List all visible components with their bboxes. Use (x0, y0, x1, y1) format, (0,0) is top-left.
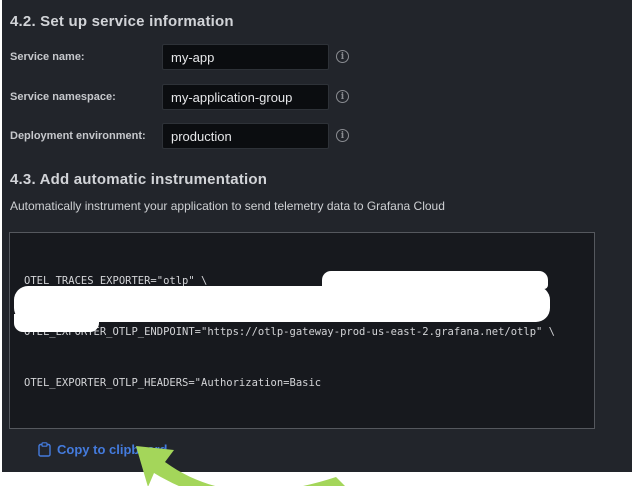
instrumentation-description: Automatically instrument your applicatio… (10, 199, 445, 213)
code-block: OTEL_TRACES_EXPORTER="otlp" \ OTEL_EXPOR… (9, 232, 595, 429)
code-line: OTEL_EXPORTER_OTLP_HEADERS="Authorizatio… (24, 375, 584, 392)
service-name-label: Service name: (10, 51, 160, 63)
deployment-environment-input[interactable] (162, 123, 329, 149)
copy-to-clipboard-label: Copy to clipboard (57, 442, 168, 457)
service-namespace-label: Service namespace: (10, 91, 160, 103)
deployment-environment-info-icon[interactable]: i (336, 129, 349, 142)
section-heading-instrumentation: 4.3. Add automatic instrumentation (10, 171, 267, 188)
copy-to-clipboard-button[interactable]: Copy to clipboard (38, 440, 168, 458)
redaction-block (14, 314, 99, 332)
service-namespace-input[interactable] (162, 84, 329, 110)
screenshot-root: 4.2. Set up service information Service … (0, 0, 635, 486)
code-line-redacted (24, 477, 584, 486)
deployment-environment-label: Deployment environment: (10, 130, 160, 142)
section-heading-service-info: 4.2. Set up service information (10, 13, 234, 30)
setup-panel: 4.2. Set up service information Service … (2, 0, 632, 472)
service-namespace-info-icon[interactable]: i (336, 90, 349, 103)
service-name-input[interactable] (162, 44, 329, 70)
service-name-info-icon[interactable]: i (336, 50, 349, 63)
clipboard-icon (38, 442, 51, 457)
code-line: OTEL_EXPORTER_OTLP_ENDPOINT="https://otl… (24, 324, 584, 341)
